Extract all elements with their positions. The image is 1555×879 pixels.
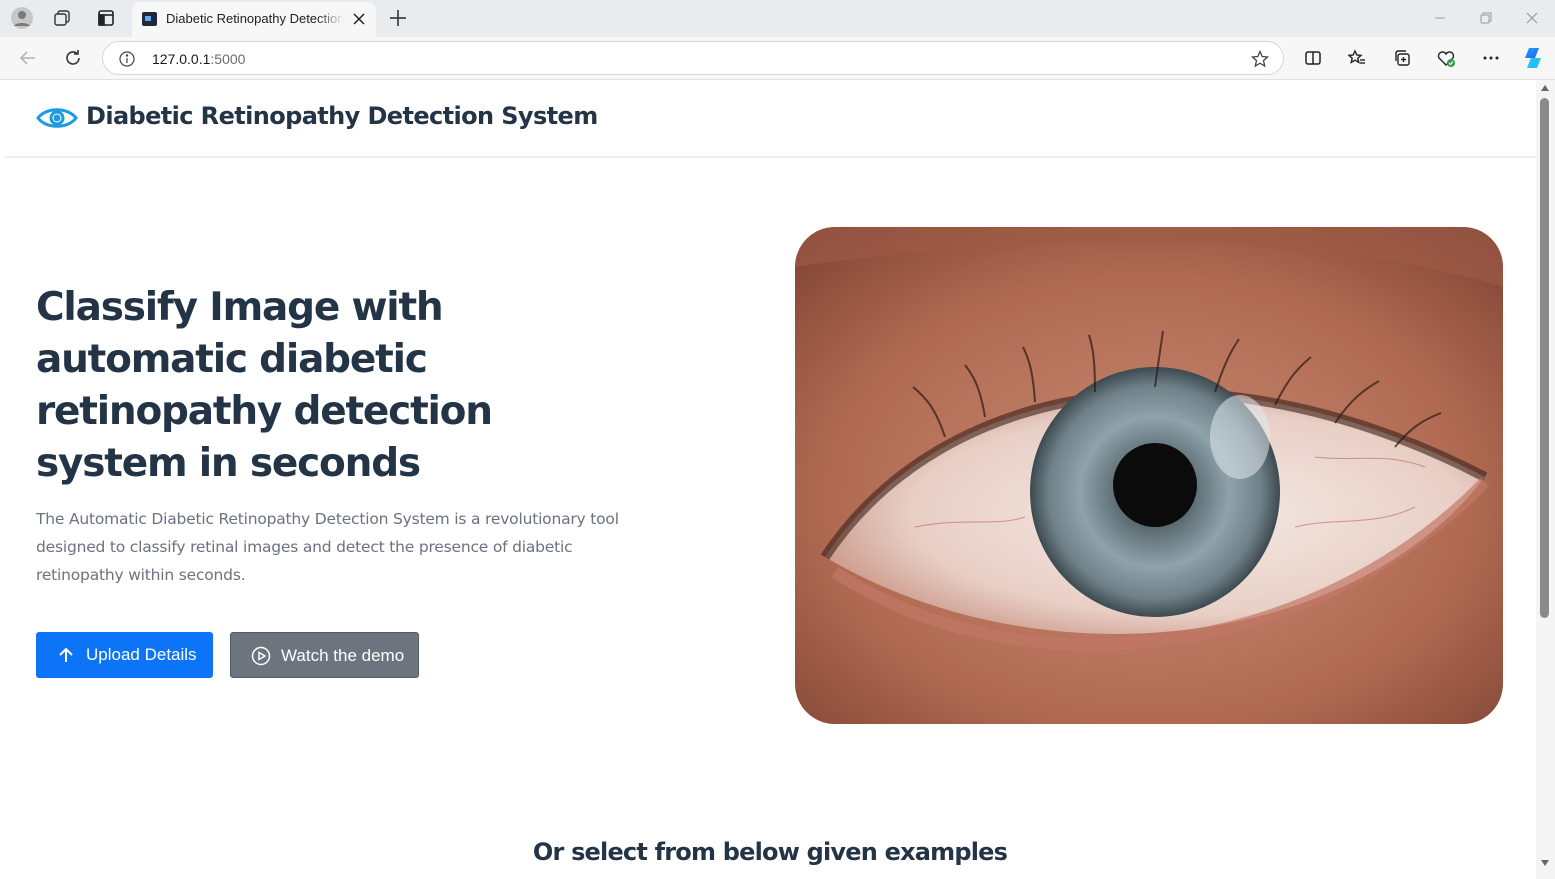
copilot-icon[interactable] [1520, 45, 1546, 71]
page-content: Diabetic Retinopathy Detection System Cl… [4, 80, 1536, 879]
tab-title: Diabetic Retinopathy Detection System [166, 11, 344, 26]
url-text: 127.0.0.1:5000 [152, 51, 245, 67]
watch-demo-button[interactable]: Watch the demo [230, 632, 419, 678]
restore-icon[interactable] [1474, 6, 1498, 30]
split-screen-icon[interactable] [1301, 46, 1325, 70]
tab-close-icon[interactable] [350, 10, 368, 28]
browser-tab-bar: Diabetic Retinopathy Detection System [0, 0, 1555, 37]
favorite-star-icon[interactable] [1249, 48, 1271, 70]
scrollbar-thumb[interactable] [1540, 98, 1549, 618]
url-port: :5000 [210, 51, 246, 67]
vertical-tabs-icon[interactable] [94, 6, 118, 30]
watch-demo-label: Watch the demo [281, 646, 405, 665]
address-bar[interactable]: 127.0.0.1:5000 [102, 41, 1284, 75]
eye-icon[interactable] [36, 104, 78, 132]
collections-icon[interactable] [1390, 46, 1414, 70]
minimize-icon[interactable] [1428, 6, 1452, 30]
more-icon[interactable] [1479, 46, 1503, 70]
hero-description: The Automatic Diabetic Retinopathy Detec… [36, 510, 619, 584]
workspaces-icon[interactable] [50, 6, 74, 30]
examples-heading: Or select from below given examples [532, 838, 1008, 866]
upload-details-button[interactable]: Upload Details [36, 632, 213, 678]
active-tab[interactable]: Diabetic Retinopathy Detection System [132, 2, 376, 37]
window-close-icon[interactable] [1520, 6, 1544, 30]
scroll-down-icon[interactable] [1539, 857, 1551, 869]
upload-details-label: Upload Details [86, 645, 197, 664]
url-host: 127.0.0.1 [152, 51, 211, 67]
site-info-icon[interactable] [117, 49, 137, 69]
new-tab-icon[interactable] [386, 6, 410, 30]
profile-icon[interactable] [9, 5, 35, 31]
refresh-icon[interactable] [61, 46, 85, 70]
play-circle-icon [251, 646, 271, 666]
tab-favicon [142, 12, 157, 26]
hero-title: Classify Image with automatic diabetic r… [36, 285, 493, 486]
scroll-up-icon[interactable] [1539, 82, 1551, 94]
arrow-up-icon [56, 645, 76, 665]
page-scrollbar[interactable] [1536, 80, 1555, 879]
site-navbar: Diabetic Retinopathy Detection System [4, 80, 1536, 158]
address-bar-row: 127.0.0.1:5000 [0, 37, 1555, 80]
back-icon[interactable] [16, 46, 40, 70]
browser-essentials-icon[interactable] [1434, 46, 1458, 70]
brand-title[interactable]: Diabetic Retinopathy Detection System [86, 102, 598, 130]
favorites-icon[interactable] [1345, 46, 1369, 70]
hero-eye-image [795, 227, 1503, 724]
